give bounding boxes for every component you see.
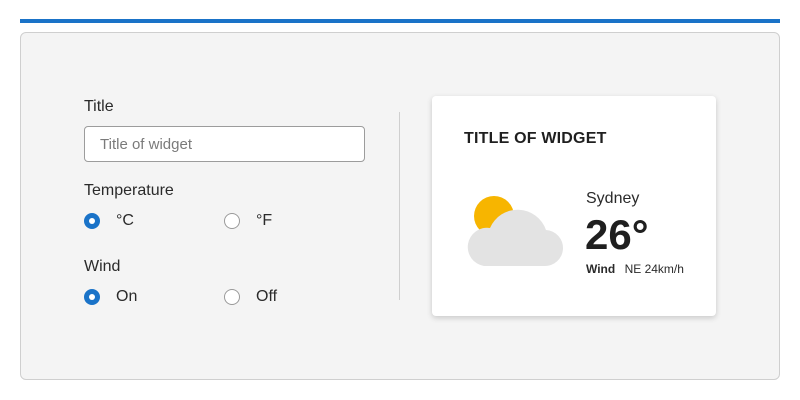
wind-field-label: Wind [84,258,121,275]
radio-button-unchecked[interactable] [224,289,240,305]
vertical-divider [399,112,400,300]
widget-title: TITLE OF WIDGET [464,130,607,147]
wind-row: Wind NE 24km/h [586,262,684,276]
weather-widget-preview: TITLE OF WIDGET Sydney 26° Wind NE 24km/… [432,96,716,316]
wind-value: NE 24km/h [624,262,684,276]
radio-button-checked[interactable] [84,213,100,229]
radio-button-checked[interactable] [84,289,100,305]
wind-off-option[interactable]: Off [224,288,277,306]
wind-on-option[interactable]: On [84,288,137,306]
temperature-fahrenheit-option[interactable]: °F [224,212,272,230]
city-name: Sydney [586,190,640,207]
temperature-celsius-option[interactable]: °C [84,212,134,230]
wind-off-label: Off [256,288,278,305]
temperature-value: 26° [585,211,649,258]
temperature-fahrenheit-label: °F [256,212,273,229]
wind-label: Wind [586,262,616,276]
temperature-field-label: Temperature [84,182,174,199]
partly-cloudy-icon [467,196,564,267]
wind-on-label: On [116,288,138,305]
radio-button-unchecked[interactable] [224,213,240,229]
title-field-label: Title [84,98,114,115]
top-accent-bar [20,19,780,23]
temperature-celsius-label: °C [116,212,134,229]
title-input[interactable] [84,126,365,162]
